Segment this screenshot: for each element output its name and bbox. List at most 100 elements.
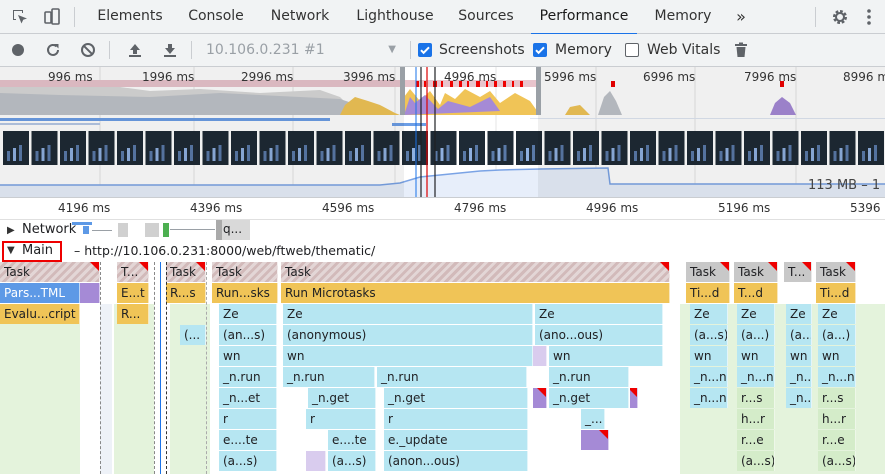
flame-block[interactable]: _n.get [549, 388, 629, 408]
tab-performance[interactable]: Performance [531, 0, 637, 35]
flame-block[interactable]: Ze [818, 304, 856, 324]
device-toolbar-icon[interactable] [38, 0, 66, 34]
flame-block[interactable]: e._update [384, 430, 528, 450]
flame-block[interactable]: e....te [219, 430, 277, 450]
recording-target-select[interactable]: 10.106.0.231 #1 ▼ [198, 38, 402, 62]
flame-block[interactable]: wn [786, 346, 812, 366]
flame-block[interactable]: r...e [737, 430, 775, 450]
flame-block[interactable]: R...s [166, 283, 206, 303]
collapse-triangle-icon[interactable]: ▼ [7, 245, 15, 256]
flame-block[interactable]: _n.get [308, 388, 376, 408]
flame-block[interactable]: (ano...ous) [535, 325, 663, 345]
flame-block[interactable]: Ze [219, 304, 277, 324]
flame-block[interactable]: Ze [737, 304, 775, 324]
memory-checkbox[interactable] [533, 43, 547, 57]
flame-block[interactable] [306, 451, 326, 471]
task-block[interactable]: T... [117, 262, 149, 282]
tab-sources[interactable]: Sources [452, 0, 520, 34]
flame-block[interactable]: wn [283, 346, 533, 366]
flame-block[interactable] [630, 388, 638, 408]
flame-block[interactable]: (a...s) [219, 451, 277, 471]
trash-icon[interactable] [728, 34, 754, 66]
flame-block[interactable]: r...e [818, 430, 856, 450]
flame-block[interactable]: (anon...ous) [384, 451, 528, 471]
run-microtasks-block[interactable]: Run Microtasks [281, 283, 670, 303]
task-block[interactable]: Task [816, 262, 856, 282]
network-request-label[interactable]: q... [223, 222, 242, 236]
flame-block[interactable]: _... [581, 409, 605, 429]
task-block[interactable]: Task [686, 262, 730, 282]
flame-block[interactable]: r [384, 409, 528, 429]
flame-block[interactable]: wn [219, 346, 277, 366]
flame-block[interactable]: _n...n [737, 367, 775, 387]
flame-block[interactable]: wn [737, 346, 775, 366]
load-profile-icon[interactable] [122, 34, 148, 66]
flame-block[interactable]: Ze [535, 304, 663, 324]
flame-block[interactable]: r [219, 409, 277, 429]
flame-block[interactable]: Ze [690, 304, 728, 324]
flame-block[interactable]: _n.run [377, 367, 527, 387]
flame-block[interactable]: (a...s) [737, 451, 775, 471]
evaluate-script-block[interactable]: Evalu...cript [0, 304, 80, 324]
task-block[interactable]: Task [281, 262, 670, 282]
tab-network[interactable]: Network [265, 0, 335, 34]
flame-block[interactable]: h...r [818, 409, 856, 429]
web-vitals-checkbox[interactable] [625, 43, 639, 57]
flame-block[interactable] [533, 346, 547, 366]
flame-block[interactable]: E...t [117, 283, 149, 303]
flame-block[interactable]: (anonymous) [283, 325, 533, 345]
more-tabs-button[interactable]: » [731, 0, 751, 34]
flame-block[interactable]: (a...) [818, 325, 856, 345]
task-block[interactable]: Task [166, 262, 206, 282]
task-block[interactable]: Task [734, 262, 778, 282]
tab-elements[interactable]: Elements [90, 0, 170, 34]
flame-block[interactable]: (a...s) [818, 451, 856, 471]
flame-block[interactable]: _n.get [384, 388, 528, 408]
save-profile-icon[interactable] [157, 34, 183, 66]
flame-block[interactable]: _n...n [786, 367, 812, 387]
task-block[interactable]: T... [784, 262, 812, 282]
flame-block[interactable] [80, 283, 100, 303]
flame-block[interactable]: (a...s) [328, 451, 376, 471]
tab-lighthouse[interactable]: Lighthouse [350, 0, 440, 34]
flame-block[interactable]: h...r [737, 409, 775, 429]
flame-chart[interactable]: Task T... Task Task Task Task Task T... … [0, 262, 885, 474]
flame-block[interactable]: e....te [328, 430, 376, 450]
flame-block[interactable] [533, 388, 547, 408]
task-block[interactable]: Task [212, 262, 278, 282]
flame-block[interactable]: (a...) [737, 325, 775, 345]
flame-block[interactable]: Ze [786, 304, 812, 324]
clear-icon[interactable] [75, 34, 101, 66]
flame-block[interactable]: (a...) [786, 325, 812, 345]
flame-block[interactable]: (an...s) [219, 325, 277, 345]
flame-block[interactable]: Ti...d [816, 283, 856, 303]
network-track[interactable]: ▶ Network q... [0, 220, 885, 240]
flame-block[interactable]: r...s [737, 388, 775, 408]
flame-block[interactable]: wn [818, 346, 856, 366]
kebab-menu-icon[interactable] [855, 0, 883, 34]
flame-block[interactable]: Ze [283, 304, 533, 324]
reload-record-icon[interactable] [40, 34, 66, 66]
parse-html-block[interactable]: Pars...TML [0, 283, 80, 303]
record-button[interactable] [5, 34, 31, 66]
tab-console[interactable]: Console [181, 0, 251, 34]
flame-block[interactable]: r [306, 409, 376, 429]
flame-block[interactable]: _n.run [549, 367, 629, 387]
timeline-overview[interactable]: 996 ms 1996 ms 2996 ms 3996 ms 4996 ms 5996 m… [0, 67, 885, 198]
flame-block[interactable]: _n...n [786, 388, 812, 408]
flame-block[interactable]: Ti...d [686, 283, 730, 303]
flame-block[interactable]: _n...n [818, 367, 856, 387]
task-block[interactable]: Task [0, 262, 100, 282]
flame-block[interactable]: wn [690, 346, 728, 366]
settings-gear-icon[interactable] [826, 0, 854, 34]
flame-block[interactable]: R... [117, 304, 149, 324]
main-thread-track[interactable]: ▼ Main – http://10.106.0.231:8000/web/ft… [0, 240, 885, 262]
flame-block[interactable]: _n.run [219, 367, 277, 387]
flame-block[interactable]: _n.run [283, 367, 375, 387]
flame-block[interactable]: _n...n [690, 388, 728, 408]
flame-block[interactable]: _n...et [219, 388, 277, 408]
flame-block[interactable]: T...d [734, 283, 778, 303]
inspect-element-icon[interactable] [6, 0, 34, 34]
flame-block[interactable]: Run...sks [212, 283, 278, 303]
flame-block[interactable]: (a...s) [690, 325, 728, 345]
